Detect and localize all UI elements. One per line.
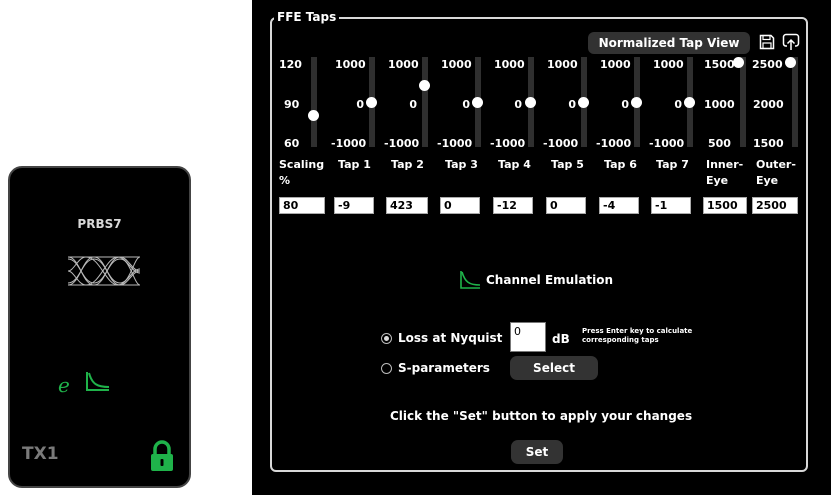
tap4-slider-knob[interactable]	[525, 96, 536, 108]
tap2-mid-label: 0	[409, 98, 417, 111]
loss-unit-label: dB	[552, 332, 570, 346]
scaling-title: Scaling%	[279, 158, 325, 187]
scaling-value-field[interactable]: 80	[279, 197, 325, 214]
loss-hint-text: Press Enter key to calculate correspondin…	[582, 327, 693, 344]
loss-at-nyquist-label[interactable]: Loss at Nyquist	[398, 331, 502, 345]
outer-eye-slider[interactable]	[792, 57, 798, 147]
eye-diagram-icon	[67, 256, 141, 286]
pattern-label: PRBS7	[77, 217, 122, 231]
tap2-title: Tap 2	[391, 158, 424, 171]
lock-icon[interactable]	[148, 440, 176, 472]
inner-eye-slider-knob[interactable]	[733, 57, 744, 68]
tap1-title: Tap 1	[338, 158, 371, 171]
ffe-taps-frame	[270, 17, 808, 472]
inner-eye-slider[interactable]	[740, 57, 746, 147]
s-parameters-radio[interactable]	[381, 363, 392, 374]
tap6-title: Tap 6	[604, 158, 637, 171]
tap3-value-field[interactable]: 0	[440, 197, 480, 214]
loss-value-input[interactable]: 0	[510, 322, 546, 352]
tap4-value-field[interactable]: -12	[493, 197, 533, 214]
tap1-value-field[interactable]: -9	[334, 197, 374, 214]
loss-at-nyquist-radio[interactable]	[381, 333, 392, 344]
tap2-slider[interactable]	[422, 57, 428, 147]
tap5-mid-label: 0	[568, 98, 576, 111]
tap7-max-label: 1000	[653, 58, 684, 71]
tap5-value-field[interactable]: 0	[546, 197, 586, 214]
tap2-max-label: 1000	[388, 58, 419, 71]
set-button[interactable]: Set	[511, 440, 563, 464]
outer-eye-title: Outer- Eye	[756, 158, 796, 187]
tap2-value-field[interactable]: 423	[386, 197, 428, 214]
scaling-slider[interactable]	[311, 57, 317, 147]
tap6-max-label: 1000	[600, 58, 631, 71]
tap3-min-label: -1000	[437, 137, 473, 150]
tap7-slider-knob[interactable]	[684, 96, 695, 108]
tx-name-label: TX1	[22, 444, 59, 464]
tap2-slider-knob[interactable]	[419, 79, 430, 91]
emulation-e-icon: e	[58, 373, 70, 397]
tap7-mid-label: 0	[674, 98, 682, 111]
tap1-slider-knob[interactable]	[366, 96, 377, 108]
tap1-max-label: 1000	[335, 58, 366, 71]
tap4-min-label: -1000	[490, 137, 526, 150]
outer-eye-min-label: 1500	[753, 137, 784, 150]
outer-eye-max-label: 2500	[752, 58, 783, 71]
channel-curve-icon	[86, 372, 110, 391]
ffe-taps-title: FFE Taps	[274, 10, 340, 24]
tap5-slider-knob[interactable]	[578, 96, 589, 108]
scaling-min-label: 60	[284, 137, 300, 150]
scaling-max-label: 120	[279, 58, 302, 71]
tap5-title: Tap 5	[551, 158, 584, 171]
inner-eye-mid-label: 1000	[704, 98, 735, 111]
inner-eye-value-field[interactable]: 1500	[703, 197, 747, 214]
tx-card[interactable]: PRBS7 e TX1	[8, 166, 191, 488]
inner-eye-title: Inner- Eye	[706, 158, 744, 187]
select-button[interactable]: Select	[510, 356, 598, 380]
inner-eye-max-label: 1500	[704, 58, 735, 71]
outer-eye-mid-label: 2000	[753, 98, 784, 111]
tap4-max-label: 1000	[494, 58, 525, 71]
tap6-value-field[interactable]: -4	[599, 197, 639, 214]
load-icon[interactable]	[782, 33, 800, 51]
tap5-min-label: -1000	[543, 137, 579, 150]
tap3-mid-label: 0	[462, 98, 470, 111]
save-icon[interactable]	[759, 34, 775, 50]
tap1-mid-label: 0	[356, 98, 364, 111]
tap6-mid-label: 0	[621, 98, 629, 111]
apply-info-text: Click the "Set" button to apply your cha…	[390, 409, 693, 423]
tap6-slider-knob[interactable]	[631, 96, 642, 108]
tap7-value-field[interactable]: -1	[651, 197, 691, 214]
tap7-title: Tap 7	[656, 158, 689, 171]
tap6-min-label: -1000	[596, 137, 632, 150]
inner-eye-min-label: 500	[708, 137, 731, 150]
outer-eye-slider-knob[interactable]	[785, 57, 796, 68]
scaling-mid-label: 90	[284, 98, 300, 111]
tap1-min-label: -1000	[331, 137, 367, 150]
scaling-slider-knob[interactable]	[308, 109, 319, 121]
tap3-title: Tap 3	[445, 158, 478, 171]
normalized-tap-view-button[interactable]: Normalized Tap View	[588, 32, 750, 54]
channel-emulation-label: Channel Emulation	[486, 273, 614, 287]
tap3-max-label: 1000	[441, 58, 472, 71]
tap3-slider-knob[interactable]	[472, 96, 483, 108]
tap4-title: Tap 4	[498, 158, 531, 171]
tap7-min-label: -1000	[649, 137, 685, 150]
s-parameters-label[interactable]: S-parameters	[398, 361, 490, 375]
tap4-mid-label: 0	[514, 98, 522, 111]
tap5-max-label: 1000	[547, 58, 578, 71]
channel-emulation-icon	[460, 271, 481, 289]
tap2-min-label: -1000	[384, 137, 420, 150]
outer-eye-value-field[interactable]: 2500	[752, 197, 798, 214]
